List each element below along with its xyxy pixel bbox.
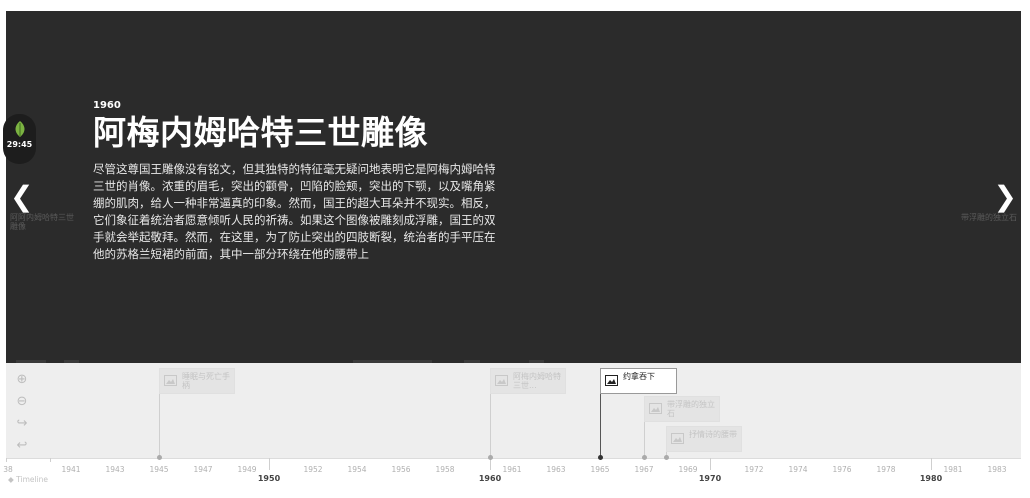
timeline-flag[interactable]: 抒情诗的腰带: [666, 426, 742, 452]
tick-label: 1981: [943, 465, 963, 474]
chevron-left-icon: ❮: [10, 180, 34, 213]
flag-label: 带浮雕的独立石: [667, 400, 715, 418]
event-dot[interactable]: [488, 455, 493, 460]
major-tick-label: 1950: [257, 474, 281, 483]
timeline-flag[interactable]: 带浮雕的独立石: [644, 396, 720, 422]
tick: [6, 458, 7, 462]
tick-label: 1947: [193, 465, 213, 474]
tick-label: 1949: [237, 465, 257, 474]
zoom-in-icon[interactable]: ⊕: [14, 372, 30, 388]
tick-label: 1945: [149, 465, 169, 474]
major-tick: [269, 458, 270, 470]
previous-slide-button[interactable]: ❮ 阿阿内姆哈特三世雕像: [10, 180, 80, 232]
tick-label: 1943: [105, 465, 125, 474]
tick-label: 1963: [546, 465, 566, 474]
tick-label: 1967: [634, 465, 654, 474]
image-icon: [164, 375, 177, 386]
tick-label: 1961: [502, 465, 522, 474]
image-icon: [671, 433, 684, 444]
tick-label: 1978: [876, 465, 896, 474]
major-tick: [710, 458, 711, 470]
slide-stage: 1960 阿梅内姆哈特三世雕像 尽管这尊国王雕像没有铭文，但其独特的特征毫无疑问…: [6, 11, 1021, 363]
tick-label: 1952: [303, 465, 323, 474]
tick-label: 1954: [347, 465, 367, 474]
timer-text: 29:45: [6, 140, 33, 149]
image-icon: [649, 403, 662, 414]
major-tick: [931, 458, 932, 470]
timeline-navigator[interactable]: ⊕ ⊖ ↪ ↩ 睡眠与死亡手柄 阿梅内姆哈特三世... 约拿吞下 带浮雕的独立石…: [6, 363, 1021, 458]
tick-label: 1974: [788, 465, 808, 474]
tick-label: 1972: [744, 465, 764, 474]
previous-slide-label: 阿阿内姆哈特三世雕像: [10, 213, 74, 231]
event-dot[interactable]: [157, 455, 162, 460]
slide-description: 尽管这尊国王雕像没有铭文，但其独特的特征毫无疑问地表明它是阿梅内姆哈特三世的肖像…: [93, 162, 496, 261]
slide-title: 阿梅内姆哈特三世雕像: [93, 113, 428, 152]
event-dot-active[interactable]: [598, 455, 603, 460]
redo-icon[interactable]: ↪: [14, 416, 30, 432]
tick-label: 1976: [832, 465, 852, 474]
major-tick-label: 1960: [478, 474, 502, 483]
major-tick-label: 1970: [698, 474, 722, 483]
slide-content: 1960 阿梅内姆哈特三世雕像 尽管这尊国王雕像没有铭文，但其独特的特征毫无疑问…: [93, 100, 503, 263]
event-dot[interactable]: [642, 455, 647, 460]
event-dot[interactable]: [664, 455, 669, 460]
tick-label: 1965: [590, 465, 610, 474]
tick-label: 38: [3, 465, 13, 474]
tick-label: 1958: [435, 465, 455, 474]
image-icon: [605, 375, 618, 386]
next-slide-label: 带浮雕的独立石: [961, 213, 1017, 222]
timeline-axis: 38 1941 1943 1945 1947 1949 1950 1952 19…: [3, 455, 1021, 486]
tick: [50, 458, 51, 462]
flag-label: 约拿吞下: [623, 372, 655, 381]
timeline-brand[interactable]: ◆ Timeline: [8, 475, 48, 484]
leaf-icon: [15, 121, 24, 137]
tick-label: 1941: [61, 465, 81, 474]
image-icon: [495, 375, 508, 386]
chevron-right-icon: ❯: [993, 180, 1017, 213]
timeline-flag[interactable]: 睡眠与死亡手柄: [159, 368, 235, 394]
flag-label: 抒情诗的腰带: [689, 430, 737, 439]
flag-label: 睡眠与死亡手柄: [182, 372, 230, 390]
tick-label: 1983: [987, 465, 1007, 474]
major-tick-label: 1980: [919, 474, 943, 483]
next-slide-button[interactable]: ❯ 带浮雕的独立石: [947, 180, 1017, 223]
slide-date: 1960: [93, 100, 121, 111]
timeline-flag-active[interactable]: 约拿吞下: [600, 368, 677, 394]
tick-label: 1956: [391, 465, 411, 474]
timeline-flag[interactable]: 阿梅内姆哈特三世...: [490, 368, 566, 394]
back-icon[interactable]: ↩: [14, 438, 30, 454]
flag-label: 阿梅内姆哈特三世...: [513, 372, 561, 390]
tick-label: 1969: [678, 465, 698, 474]
zoom-out-icon[interactable]: ⊖: [14, 394, 30, 410]
timer-badge[interactable]: 29:45: [3, 114, 36, 164]
